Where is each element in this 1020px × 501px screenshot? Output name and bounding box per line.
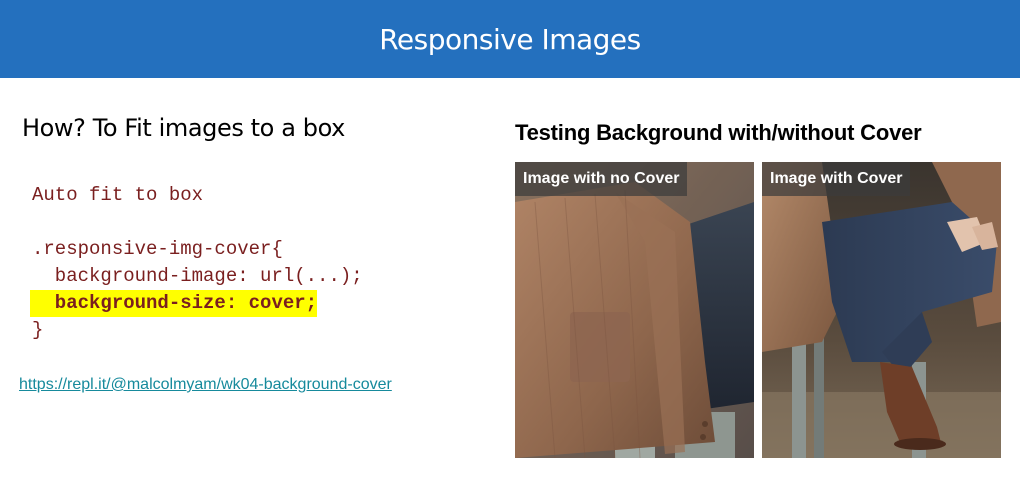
caption-no-cover: Image with no Cover — [515, 162, 688, 196]
image-no-cover: Image with no Cover — [515, 162, 754, 458]
photo-no-cover — [515, 162, 754, 458]
photo-with-cover — [762, 162, 1001, 458]
code-selector: .responsive-img-cover{ — [32, 238, 283, 260]
caption-with-cover: Image with Cover — [762, 162, 911, 196]
repl-link[interactable]: https://repl.it/@malcolmyam/wk04-backgro… — [19, 376, 392, 394]
slide-header: Responsive Images — [0, 0, 1020, 78]
code-comment: Auto fit to box — [32, 184, 204, 206]
highlighted-code: background-size: cover; — [30, 290, 318, 317]
image-with-cover: Image with Cover — [762, 162, 1001, 458]
code-bg-image: background-image: url(...); — [32, 265, 363, 287]
code-closing: } — [32, 319, 44, 341]
code-block: Auto fit to box .responsive-img-cover{ b… — [30, 182, 363, 344]
right-heading: Testing Background with/without Cover — [515, 120, 922, 145]
slide-title: Responsive Images — [379, 22, 641, 56]
code-bg-size-highlighted: background-size: cover; — [30, 290, 363, 317]
left-heading: How? To Fit images to a box — [22, 114, 345, 142]
